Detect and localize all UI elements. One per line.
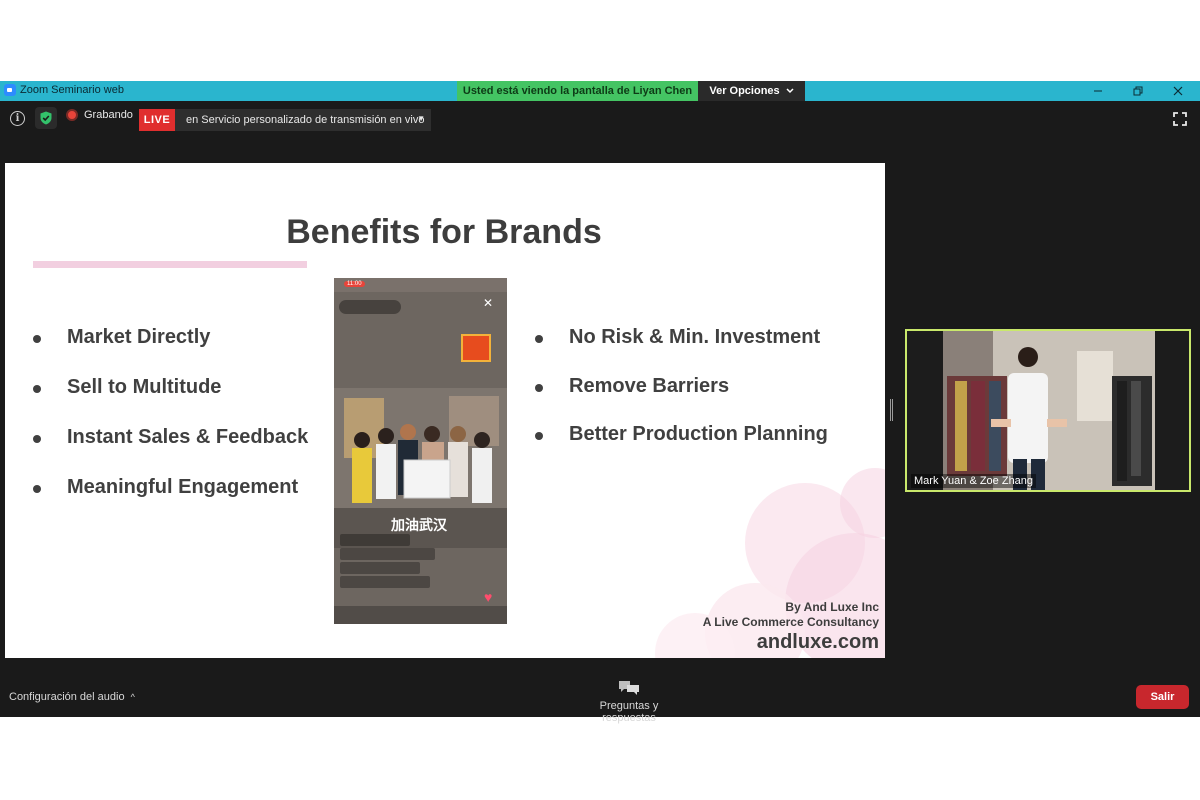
slide-title: Benefits for Brands bbox=[5, 213, 885, 252]
recording-indicator[interactable]: Grabando bbox=[66, 109, 133, 121]
app-title: Zoom Seminario web bbox=[20, 84, 124, 96]
right-bullet-list: No Risk & Min. Investment Remove Barrier… bbox=[535, 326, 828, 472]
screen-share-banner: Usted está viendo la pantalla de Liyan C… bbox=[457, 81, 698, 101]
credit-tagline: A Live Commerce Consultancy bbox=[702, 615, 879, 629]
phone-heart-icon: ♥ bbox=[484, 589, 493, 605]
livestream-phone-screenshot: 11:00 ✕ 加油武汉 ♥ bbox=[334, 278, 507, 624]
close-window-button[interactable] bbox=[1158, 81, 1198, 101]
live-badge: LIVE bbox=[139, 109, 175, 131]
minimize-icon bbox=[1094, 90, 1102, 92]
bullet-item: Remove Barriers bbox=[535, 375, 828, 424]
chat-line bbox=[340, 562, 420, 574]
fullscreen-icon[interactable] bbox=[1173, 112, 1187, 126]
bullet-item: Sell to Multitude bbox=[33, 376, 308, 426]
accent-rule bbox=[33, 261, 307, 268]
phone-promo-badge bbox=[461, 334, 491, 362]
meeting-toolbar: i Grabando LIVE en Servicio personalizad… bbox=[0, 101, 1200, 141]
audio-config-label: Configuración del audio bbox=[9, 691, 125, 703]
left-bullet-list: Market Directly Sell to Multitude Instan… bbox=[33, 326, 308, 526]
participant-video-tile[interactable]: Mark Yuan & Zoe Zhang bbox=[905, 329, 1191, 492]
bullet-item: Instant Sales & Feedback bbox=[33, 426, 308, 476]
zoom-logo-icon bbox=[4, 84, 16, 96]
live-stream-dropdown[interactable]: en Servicio personalizado de transmisión… bbox=[175, 109, 431, 131]
phone-status-bar: 11:00 bbox=[334, 278, 507, 292]
restore-button[interactable] bbox=[1118, 81, 1158, 101]
bullet-item: Market Directly bbox=[33, 326, 308, 376]
phone-close-icon: ✕ bbox=[483, 296, 494, 310]
leave-button[interactable]: Salir bbox=[1136, 685, 1189, 709]
bullet-item: Meaningful Engagement bbox=[33, 476, 308, 526]
close-icon bbox=[1173, 86, 1183, 96]
chat-line bbox=[340, 548, 435, 560]
minimize-button[interactable] bbox=[1078, 81, 1118, 101]
record-icon bbox=[66, 109, 78, 121]
qa-chat-icon bbox=[619, 681, 639, 695]
participant-name: Mark Yuan & Zoe Zhang bbox=[911, 474, 1037, 488]
credit-url: andluxe.com bbox=[756, 631, 879, 653]
chat-line bbox=[340, 576, 430, 588]
shared-screen-slide: Benefits for Brands Market Directly Sell… bbox=[5, 163, 885, 658]
qa-label: Preguntas y respuestas bbox=[599, 700, 659, 724]
chevron-down-icon bbox=[786, 88, 794, 94]
shield-check-icon bbox=[40, 111, 52, 125]
phone-caption: 加油武汉 bbox=[391, 517, 447, 533]
slide-title-text: Benefits for Brands bbox=[286, 213, 602, 251]
restore-icon bbox=[1133, 86, 1143, 96]
credit-company: By And Luxe Inc bbox=[785, 600, 879, 614]
panel-resize-handle[interactable] bbox=[890, 399, 893, 421]
app-title-group: Zoom Seminario web bbox=[4, 84, 124, 96]
phone-host-pill bbox=[339, 300, 401, 314]
bullet-item: No Risk & Min. Investment bbox=[535, 326, 828, 375]
phone-chat-list bbox=[340, 534, 440, 590]
chat-line bbox=[340, 534, 410, 546]
security-button[interactable] bbox=[35, 107, 57, 129]
chevron-down-icon: ▼ bbox=[417, 114, 425, 123]
zoom-webinar-window: Zoom Seminario web Usted está viendo la … bbox=[0, 81, 1200, 724]
live-service-label: en Servicio personalizado de transmisión… bbox=[186, 114, 425, 126]
recording-label: Grabando bbox=[84, 109, 133, 121]
bottom-control-bar: Configuración del audio ^ Preguntas y re… bbox=[0, 677, 1200, 724]
title-bar: Zoom Seminario web Usted está viendo la … bbox=[0, 81, 1200, 101]
phone-bottom-bar bbox=[334, 606, 507, 624]
participant-video-image bbox=[907, 331, 1189, 490]
chevron-up-icon: ^ bbox=[130, 692, 135, 702]
audio-settings-button[interactable]: Configuración del audio ^ bbox=[9, 691, 135, 703]
qa-button[interactable]: Preguntas y respuestas bbox=[574, 680, 684, 724]
info-icon[interactable]: i bbox=[10, 111, 25, 126]
view-options-label: Ver Opciones bbox=[709, 85, 780, 97]
view-options-button[interactable]: Ver Opciones bbox=[698, 81, 805, 101]
phone-time: 11:00 bbox=[344, 281, 365, 287]
